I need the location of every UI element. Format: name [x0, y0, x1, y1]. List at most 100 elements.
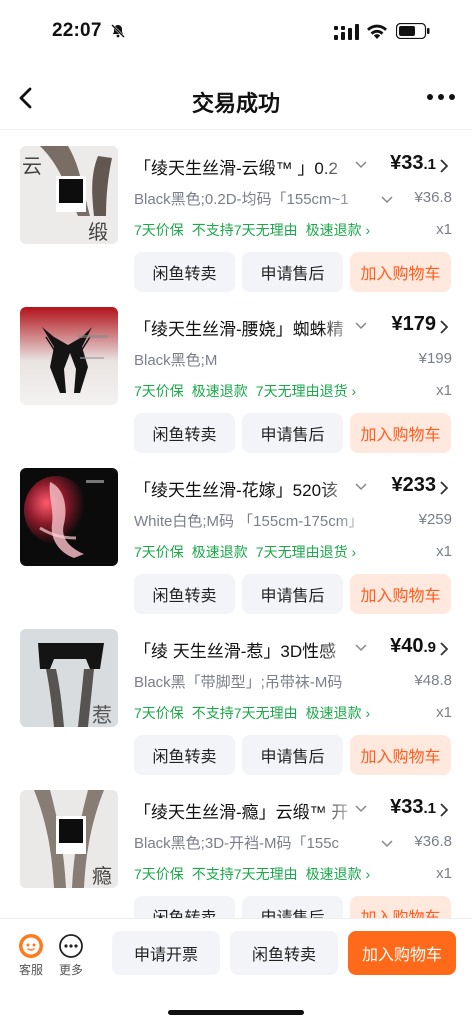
product-spec: Black黑「带脚型」;吊带袜-M码 — [134, 674, 343, 691]
service-tag: 不支持7天无理由 — [191, 222, 298, 238]
add-to-cart-button[interactable]: 加入购物车 — [350, 735, 451, 775]
quantity: x1 — [436, 543, 452, 560]
product-thumbnail[interactable]: 惹 — [20, 629, 118, 727]
product-price: ¥33.1 — [390, 152, 436, 175]
original-price: ¥48.8 — [414, 672, 452, 689]
price-main: ¥233 — [391, 474, 437, 496]
chevron-down-icon[interactable] — [381, 840, 393, 848]
service-tag: 极速退款 — [191, 383, 248, 399]
resell-button[interactable]: 闲鱼转卖 — [134, 735, 235, 775]
resell-button[interactable]: 闲鱼转卖 — [134, 896, 235, 918]
after-sale-button[interactable]: 申请售后 — [242, 896, 343, 918]
service-tag: 不支持7天无理由 — [191, 705, 298, 721]
product-spec: White白色;M码 「155cm-175cm」 — [134, 513, 364, 530]
add-to-cart-button[interactable]: 加入购物车 — [350, 896, 451, 918]
add-to-cart-button[interactable]: 加入购物车 — [348, 931, 456, 975]
thumb-char-bottom: 惹 — [92, 703, 112, 727]
invoice-button[interactable]: 申请开票 — [112, 931, 220, 975]
service-tag: 7天价保 — [134, 705, 184, 721]
service-tag: 极速退款 › — [305, 222, 371, 238]
original-price: ¥199 — [418, 350, 452, 367]
original-price: ¥259 — [418, 511, 452, 528]
after-sale-button[interactable]: 申请售后 — [242, 735, 343, 775]
more-icon[interactable] — [58, 933, 84, 959]
add-to-cart-button[interactable]: 加入购物车 — [350, 252, 451, 292]
thumb-char-bottom: 瘾 — [92, 864, 112, 888]
resell-button[interactable]: 闲鱼转卖 — [230, 931, 338, 975]
price-decimal: .1 — [423, 156, 436, 173]
resell-button[interactable]: 闲鱼转卖 — [134, 252, 235, 292]
chevron-down-icon[interactable] — [355, 805, 367, 813]
customer-service-icon[interactable] — [18, 933, 44, 959]
order-item-list: 云 缎 「绫天生丝滑-云缎™ 」0.2 ¥33.1 Black黑色;0.2D-均… — [0, 130, 472, 918]
product-thumbnail[interactable]: 瘾 — [20, 790, 118, 888]
chevron-down-icon[interactable] — [355, 644, 367, 652]
chevron-down-icon[interactable] — [355, 161, 367, 169]
service-tag: 极速退款 › — [305, 866, 371, 882]
service-tags[interactable]: 7天价保 不支持7天无理由 极速退款 › — [134, 703, 378, 723]
product-title[interactable]: 「绫 天生丝滑-惹」3D性感 — [134, 637, 360, 662]
service-tag: 7天价保 — [134, 383, 184, 399]
service-tags[interactable]: 7天价保 极速退款 7天无理由退货 › — [134, 381, 364, 401]
product-price: ¥233 — [392, 474, 437, 497]
product-title[interactable]: 「绫天生丝滑-云缎™ 」0.2 — [134, 154, 360, 179]
original-price: ¥36.8 — [414, 189, 452, 206]
chevron-down-icon[interactable] — [355, 483, 367, 491]
service-tag: 7天价保 — [134, 866, 184, 882]
product-title[interactable]: 「绫天生丝滑-花嫁」520该 — [134, 476, 360, 501]
wifi-icon — [367, 24, 387, 39]
product-image — [20, 468, 118, 566]
status-bar: 22:07 — [0, 0, 472, 64]
chevron-down-icon[interactable] — [355, 322, 367, 330]
product-thumbnail[interactable] — [20, 468, 118, 566]
product-price: ¥33.1 — [390, 796, 436, 819]
price-main: ¥179 — [391, 313, 437, 335]
resell-button[interactable]: 闲鱼转卖 — [134, 413, 235, 453]
service-tags[interactable]: 7天价保 不支持7天无理由 极速退款 › — [134, 864, 378, 884]
service-tag: 7天无理由退货 › — [255, 383, 357, 399]
thumb-char-top: 云 — [22, 154, 42, 178]
after-sale-button[interactable]: 申请售后 — [242, 413, 343, 453]
product-price: ¥179 — [392, 313, 437, 336]
product-title[interactable]: 「绫天生丝滑-瘾」云缎™ 开 — [134, 798, 360, 823]
order-item[interactable]: 云 缎 「绫天生丝滑-云缎™ 」0.2 ¥33.1 Black黑色;0.2D-均… — [0, 130, 472, 292]
battery-icon — [396, 23, 430, 39]
product-spec: Black黑色;3D-开裆-M码「155c — [134, 835, 340, 852]
after-sale-button[interactable]: 申请售后 — [242, 574, 343, 614]
resell-button[interactable]: 闲鱼转卖 — [134, 574, 235, 614]
more-icon[interactable] — [426, 92, 456, 102]
order-item[interactable]: 瘾 「绫天生丝滑-瘾」云缎™ 开 ¥33.1 Black黑色;3D-开裆-M码「… — [0, 774, 472, 918]
service-tags[interactable]: 7天价保 不支持7天无理由 极速退款 › — [134, 220, 378, 240]
product-price: ¥40.9 — [390, 635, 436, 658]
chevron-down-icon[interactable] — [381, 196, 393, 204]
product-thumbnail[interactable]: 云 缎 — [20, 146, 118, 244]
price-decimal: .9 — [423, 639, 436, 656]
order-item[interactable]: 惹 「绫 天生丝滑-惹」3D性感 ¥40.9 Black黑「带脚型」;吊带袜-M… — [0, 613, 472, 775]
order-item[interactable]: 「绫天生丝滑-腰娆」蜘蛛精 ¥179 Black黑色;M ¥199 7天价保 极速… — [0, 291, 472, 453]
chevron-right-icon[interactable] — [440, 642, 448, 656]
product-image — [20, 307, 118, 405]
add-to-cart-button[interactable]: 加入购物车 — [350, 574, 451, 614]
service-tag: 不支持7天无理由 — [191, 866, 298, 882]
page-title: 交易成功 — [191, 91, 280, 116]
add-to-cart-button[interactable]: 加入购物车 — [350, 413, 451, 453]
quantity: x1 — [436, 382, 452, 399]
product-title[interactable]: 「绫天生丝滑-腰娆」蜘蛛精 — [134, 315, 360, 340]
customer-service-label[interactable]: 客服 — [11, 961, 51, 978]
service-tags[interactable]: 7天价保 极速退款 7天无理由退货 › — [134, 542, 364, 562]
chevron-right-icon[interactable] — [440, 803, 448, 817]
bottom-action-bar: 客服 更多 申请开票 闲鱼转卖 加入购物车 — [0, 918, 472, 1024]
chevron-right-icon[interactable] — [440, 159, 448, 173]
service-tag: 7天无理由退货 › — [255, 544, 357, 560]
home-indicator — [168, 1010, 304, 1015]
price-decimal: .1 — [423, 800, 436, 817]
chevron-right-icon[interactable] — [440, 320, 448, 334]
chevron-right-icon[interactable] — [440, 481, 448, 495]
more-label[interactable]: 更多 — [51, 961, 91, 978]
product-thumbnail[interactable] — [20, 307, 118, 405]
order-item[interactable]: 「绫天生丝滑-花嫁」520该 ¥233 White白色;M码 「155cm-17… — [0, 452, 472, 614]
after-sale-button[interactable]: 申请售后 — [242, 252, 343, 292]
bell-muted-icon — [111, 24, 125, 38]
quantity: x1 — [436, 865, 452, 882]
service-tag: 7天价保 — [134, 544, 184, 560]
